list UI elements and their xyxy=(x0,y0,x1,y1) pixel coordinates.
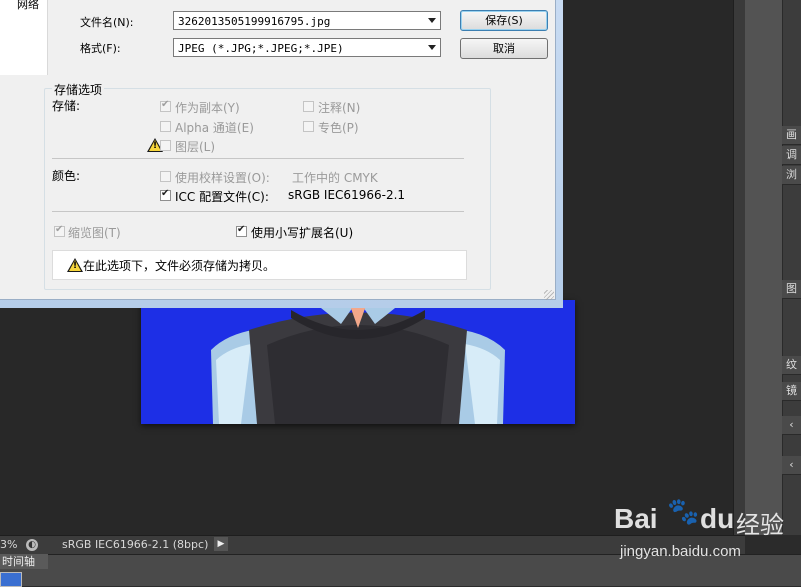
filename-label: 文件名(N): xyxy=(80,16,134,29)
save-dialog: 网络 文件名(N): 3262013505199916795.jpg 格式(F)… xyxy=(0,0,556,300)
nav-item-network[interactable]: 网络 xyxy=(17,0,39,12)
notes-checkbox[interactable] xyxy=(303,101,314,112)
zoom-level[interactable]: 3% xyxy=(0,538,17,551)
panel-tab-6[interactable]: 镜 xyxy=(782,382,801,401)
icc-profile-label: ICC 配置文件(C): xyxy=(175,190,269,204)
portrait-illustration xyxy=(211,300,505,424)
save-button[interactable]: 保存(S) xyxy=(460,10,548,31)
filename-input[interactable]: 3262013505199916795.jpg xyxy=(173,11,441,30)
warning-message-box: ! 在此选项下，文件必须存储为拷贝。 xyxy=(52,250,467,280)
panel-strip xyxy=(782,0,801,535)
resize-grip-icon[interactable] xyxy=(544,290,554,300)
divider xyxy=(52,158,464,159)
layers-label: 图层(L) xyxy=(175,140,216,154)
as-copy-label: 作为副本(Y) xyxy=(175,101,240,115)
icc-profile-checkbox[interactable] xyxy=(160,188,171,201)
layers-checkbox[interactable] xyxy=(160,140,171,151)
options-title: 存储选项 xyxy=(52,81,105,98)
divider xyxy=(52,211,464,212)
panel-chevron-2[interactable]: ‹ xyxy=(782,456,801,475)
thumbnail-label: 缩览图(T) xyxy=(68,226,121,240)
as-copy-checkbox[interactable] xyxy=(160,99,171,112)
status-menu-arrow-icon[interactable]: ▶ xyxy=(214,537,228,551)
spot-checkbox[interactable] xyxy=(303,121,314,132)
navigation-pane: 网络 xyxy=(0,0,48,75)
right-panel-dock: 画 调 浏 图 纹 镜 ‹ ‹ xyxy=(745,0,801,535)
baidu-watermark: Bai 🐾 du 经验 jingyan.baidu.com xyxy=(612,497,792,569)
chevron-down-icon[interactable] xyxy=(428,18,436,23)
cancel-button[interactable]: 取消 xyxy=(460,38,548,59)
warning-text: 在此选项下，文件必须存储为拷贝。 xyxy=(83,259,276,273)
alpha-label: Alpha 通道(E) xyxy=(175,121,254,135)
thumbnail-checkbox[interactable] xyxy=(54,224,65,237)
watermark-brand-2: du xyxy=(700,503,735,534)
watermark-brand: Bai xyxy=(614,503,658,534)
panel-tab-5[interactable]: 纹 xyxy=(782,356,801,375)
format-label: 格式(F): xyxy=(80,42,121,55)
doc-info-icon[interactable]: ◐ xyxy=(26,539,38,551)
chevron-down-icon[interactable] xyxy=(428,45,436,50)
panel-tab-3[interactable]: 浏 xyxy=(782,166,801,185)
color-label: 颜色: xyxy=(52,169,81,183)
panel-tab-4[interactable]: 图 xyxy=(782,280,801,299)
lowercase-ext-checkbox[interactable] xyxy=(236,224,247,237)
paw-icon: 🐾 xyxy=(667,497,700,527)
watermark-cn: 经验 xyxy=(736,511,784,539)
spot-label: 专色(P) xyxy=(318,121,359,135)
lowercase-ext-label: 使用小写扩展名(U) xyxy=(251,226,354,240)
watermark-url: jingyan.baidu.com xyxy=(620,543,741,560)
proof-setup-label: 使用校样设置(O): xyxy=(175,171,270,185)
icc-profile-value: sRGB IEC61966-2.1 xyxy=(288,188,406,202)
panel-tab-2[interactable]: 调 xyxy=(782,146,801,165)
tab-timeline[interactable]: 时间轴 xyxy=(0,554,48,569)
notes-label: 注释(N) xyxy=(318,101,361,115)
document-image[interactable] xyxy=(141,300,575,424)
storage-label: 存储: xyxy=(52,99,81,113)
alpha-checkbox[interactable] xyxy=(160,121,171,132)
panel-tab-1[interactable]: 画 xyxy=(782,126,801,145)
proof-setup-checkbox[interactable] xyxy=(160,171,171,182)
panel-chevron-1[interactable]: ‹ xyxy=(782,416,801,435)
color-profile-text: sRGB IEC61966-2.1 (8bpc) xyxy=(62,538,209,551)
warning-icon: ! xyxy=(67,258,83,272)
proof-setup-value: 工作中的 CMYK xyxy=(292,171,378,185)
format-select[interactable]: JPEG (*.JPG;*.JPEG;*.JPE) xyxy=(173,38,441,57)
